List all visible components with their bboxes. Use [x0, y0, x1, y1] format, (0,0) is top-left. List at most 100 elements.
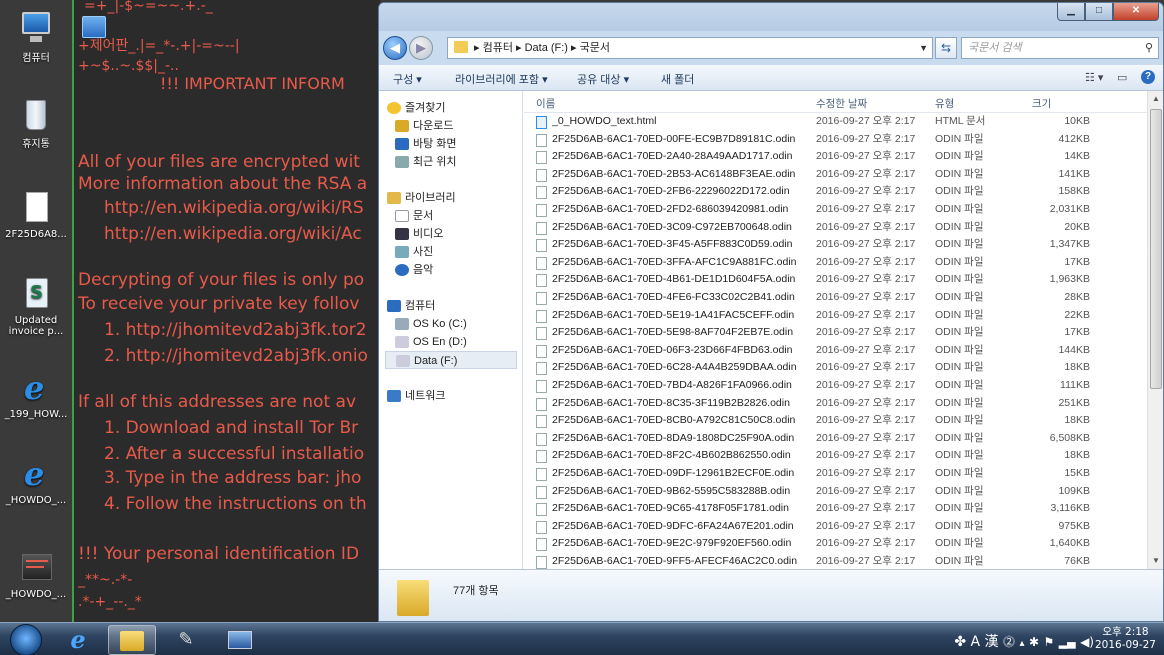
- file-row[interactable]: 2F25D6AB-6AC1-70ED-4FE6-FC33C02C2B41.odi…: [524, 289, 1147, 307]
- forward-button[interactable]: ▶: [409, 36, 433, 60]
- vertical-scrollbar[interactable]: ▲ ▼: [1147, 91, 1163, 569]
- file-date: 2016-09-27 오후 2:17: [816, 132, 916, 145]
- ime-icon[interactable]: ✤: [954, 634, 966, 650]
- file-date: 2016-09-27 오후 2:17: [816, 414, 916, 427]
- ime-mode[interactable]: A 漢: [971, 634, 999, 650]
- ie-taskbar-icon[interactable]: e: [54, 625, 102, 655]
- media-player-taskbar-icon[interactable]: ✎: [162, 625, 210, 655]
- nav-videos[interactable]: 비디오: [385, 225, 517, 243]
- nav-desktop[interactable]: 바탕 화면: [385, 135, 517, 153]
- file-row[interactable]: 2F25D6AB-6AC1-70ED-7BD4-A826F1FA0966.odi…: [524, 377, 1147, 395]
- back-button[interactable]: ◀: [383, 36, 407, 60]
- file-row[interactable]: 2F25D6AB-6AC1-70ED-5E98-8AF704F2EB7E.odi…: [524, 324, 1147, 342]
- share-with-menu[interactable]: 공유 대상 ▾: [577, 71, 629, 87]
- desktop-icon-recycle-bin[interactable]: 휴지통: [0, 96, 72, 150]
- preview-pane-icon[interactable]: ▭: [1117, 71, 1127, 84]
- close-button[interactable]: ✕: [1113, 3, 1159, 21]
- maximize-button[interactable]: □: [1085, 3, 1113, 21]
- refresh-button[interactable]: ⇆: [935, 37, 957, 59]
- file-row[interactable]: 2F25D6AB-6AC1-70ED-3FFA-AFC1C9A881FC.odi…: [524, 254, 1147, 272]
- column-header-date[interactable]: 수정한 날짜: [816, 96, 867, 111]
- network-signal-icon[interactable]: ▂▄: [1059, 636, 1076, 649]
- file-row[interactable]: 2F25D6AB-6AC1-70ED-09DF-12961B2ECF0E.odi…: [524, 465, 1147, 483]
- screen-taskbar-icon[interactable]: [216, 625, 264, 655]
- file-row[interactable]: 2F25D6AB-6AC1-70ED-8CB0-A792C81C50C8.odi…: [524, 412, 1147, 430]
- nav-drive-d[interactable]: OS En (D:): [385, 333, 517, 351]
- file-row[interactable]: 2F25D6AB-6AC1-70ED-6C28-A4A4B259DBAA.odi…: [524, 359, 1147, 377]
- nav-drive-f[interactable]: Data (F:): [385, 351, 517, 369]
- scroll-up-icon[interactable]: ▲: [1148, 91, 1163, 107]
- file-row[interactable]: 2F25D6AB-6AC1-70ED-3F45-A5FF883C0D59.odi…: [524, 236, 1147, 254]
- minimize-button[interactable]: ▁: [1057, 3, 1085, 21]
- ransom-line: =+_|-$~=~~.+.-_: [84, 0, 213, 14]
- start-button[interactable]: [10, 624, 42, 655]
- file-row[interactable]: 2F25D6AB-6AC1-70ED-00FE-EC9B7D89181C.odi…: [524, 131, 1147, 149]
- file-row[interactable]: 2F25D6AB-6AC1-70ED-2B53-AC6148BF3EAE.odi…: [524, 166, 1147, 184]
- ransom-link: http://en.wikipedia.org/wiki/RS: [104, 198, 364, 218]
- search-icon[interactable]: ⚲: [1145, 38, 1153, 58]
- desktop-icon-howto-html-1[interactable]: e _199_HOW...: [0, 370, 72, 420]
- nav-drive-c[interactable]: OS Ko (C:): [385, 315, 517, 333]
- chevron-down-icon[interactable]: ▼: [919, 38, 928, 58]
- clock[interactable]: 오후 2:18 2016-09-27: [1095, 626, 1156, 652]
- file-row[interactable]: 2F25D6AB-6AC1-70ED-3C09-C972EB700648.odi…: [524, 219, 1147, 237]
- help-icon[interactable]: ?: [1141, 70, 1155, 84]
- desktop-icon-computer[interactable]: 컴퓨터: [0, 10, 72, 64]
- title-bar[interactable]: ▁ □ ✕: [379, 3, 1163, 31]
- view-options-icon[interactable]: ☷ ▾: [1085, 71, 1103, 84]
- file-row[interactable]: 2F25D6AB-6AC1-70ED-9FF5-AFECF46AC2C0.odi…: [524, 553, 1147, 569]
- action-center-icon[interactable]: ⚑: [1043, 635, 1054, 649]
- bluetooth-icon[interactable]: ✱: [1029, 635, 1039, 649]
- nav-music[interactable]: 음악: [385, 261, 517, 279]
- file-row[interactable]: 2F25D6AB-6AC1-70ED-2FB6-22296022D172.odi…: [524, 183, 1147, 201]
- documents-icon: [395, 210, 409, 222]
- nav-recent[interactable]: 최근 위치: [385, 153, 517, 171]
- file-icon: [536, 327, 547, 341]
- ime-help-icon[interactable]: ⓶: [1003, 635, 1015, 649]
- file-type: ODIN 파일: [935, 132, 984, 145]
- organize-menu[interactable]: 구성 ▾: [393, 71, 422, 87]
- file-type: ODIN 파일: [935, 220, 984, 233]
- ransom-line: To receive your private key follov: [78, 294, 360, 314]
- scroll-down-icon[interactable]: ▼: [1148, 553, 1163, 569]
- file-row[interactable]: 2F25D6AB-6AC1-70ED-2A40-28A49AAD1717.odi…: [524, 148, 1147, 166]
- file-row[interactable]: 2F25D6AB-6AC1-70ED-9B62-5595C583288B.odi…: [524, 483, 1147, 501]
- file-row[interactable]: 2F25D6AB-6AC1-70ED-2FD2-686039420981.odi…: [524, 201, 1147, 219]
- include-in-library-menu[interactable]: 라이브러리에 포함 ▾: [455, 71, 548, 87]
- volume-icon[interactable]: ◀): [1080, 635, 1094, 649]
- file-row[interactable]: 2F25D6AB-6AC1-70ED-8F2C-4B602B862550.odi…: [524, 447, 1147, 465]
- file-icon: [536, 380, 547, 393]
- column-header-name[interactable]: 이름: [536, 96, 555, 111]
- nav-computer[interactable]: 컴퓨터: [385, 297, 517, 315]
- nav-network[interactable]: 네트워크: [385, 387, 517, 405]
- file-row[interactable]: _0_HOWDO_text.html 2016-09-27 오후 2:17 HTML…: [524, 113, 1147, 131]
- nav-downloads[interactable]: 다운로드: [385, 117, 517, 135]
- file-row[interactable]: 2F25D6AB-6AC1-70ED-4B61-DE1D1D604F5A.odi…: [524, 271, 1147, 289]
- address-bar[interactable]: ▸ 컴퓨터 ▸ Data (F:) ▸ 국문서 ▼: [447, 37, 933, 59]
- desktop-icon-encrypted-file[interactable]: 2F25D6A8...: [0, 190, 72, 240]
- search-input[interactable]: 국문서 검색 ⚲: [961, 37, 1159, 59]
- column-header-size[interactable]: 크기: [1032, 96, 1051, 111]
- file-row[interactable]: 2F25D6AB-6AC1-70ED-06F3-23D66F4FBD63.odi…: [524, 342, 1147, 360]
- column-header-type[interactable]: 유형: [935, 96, 954, 111]
- scroll-thumb[interactable]: [1150, 109, 1162, 389]
- explorer-taskbar-icon[interactable]: [108, 625, 156, 655]
- file-row[interactable]: 2F25D6AB-6AC1-70ED-9C65-4178F05F1781.odi…: [524, 500, 1147, 518]
- file-row[interactable]: 2F25D6AB-6AC1-70ED-8DA9-1808DC25F90A.odi…: [524, 430, 1147, 448]
- folder-icon: [454, 41, 468, 53]
- file-size: 17KB: [1064, 255, 1090, 268]
- new-folder-button[interactable]: 새 폴더: [661, 71, 694, 87]
- file-icon: [536, 344, 547, 358]
- desktop-icon-howto-image[interactable]: _HOWDO_...: [0, 550, 72, 600]
- file-row[interactable]: 2F25D6AB-6AC1-70ED-5E19-1A41FAC5CEFF.odi…: [524, 307, 1147, 325]
- nav-documents[interactable]: 문서: [385, 207, 517, 225]
- nav-favorites[interactable]: 즐겨찾기: [385, 99, 517, 117]
- file-row[interactable]: 2F25D6AB-6AC1-70ED-8C35-3F119B2B2826.odi…: [524, 395, 1147, 413]
- tray-overflow-icon[interactable]: ▴: [1019, 638, 1024, 649]
- file-row[interactable]: 2F25D6AB-6AC1-70ED-9E2C-979F920EF560.odi…: [524, 535, 1147, 553]
- file-row[interactable]: 2F25D6AB-6AC1-70ED-9DFC-6FA24A67E201.odi…: [524, 518, 1147, 536]
- nav-libraries[interactable]: 라이브러리: [385, 189, 517, 207]
- desktop-icon-howto-html-2[interactable]: e _HOWDO_...: [0, 456, 72, 506]
- desktop-icon-invoice-script[interactable]: S Updated invoice p...: [0, 276, 72, 337]
- nav-pictures[interactable]: 사진: [385, 243, 517, 261]
